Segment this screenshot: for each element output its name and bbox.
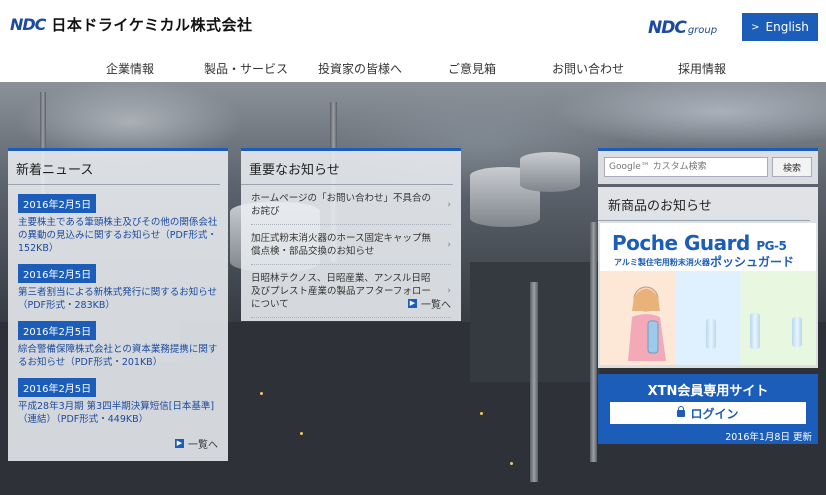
important-link[interactable]: 加圧式粉末消火器のホース固定キャップ無償点検・部品交換のお知らせ bbox=[251, 233, 431, 257]
poche-guard-banner[interactable]: Poche Guard PG-5 アルミ製住宅用粉末消火器 ポッシュガード bbox=[600, 223, 816, 365]
important-more-label: 一覧へ bbox=[421, 300, 451, 311]
important-notices-panel: 重要なお知らせ ホームページの「お問い合わせ」不具合のお詫び › 加圧式粉末消火… bbox=[241, 148, 461, 321]
news-item[interactable]: 2016年2月5日 綜合警備保障株式会社との資本業務提携に関するお知らせ（PDF… bbox=[18, 320, 220, 369]
banner-name: Poche Guard bbox=[612, 231, 750, 255]
important-item[interactable]: ホームページの「お問い合わせ」不具合のお詫び › bbox=[251, 185, 451, 225]
login-label: ログイン bbox=[690, 406, 739, 421]
woman-illustration-icon bbox=[628, 286, 666, 361]
search-input[interactable] bbox=[604, 157, 768, 177]
news-date-badge: 2016年2月5日 bbox=[18, 321, 97, 340]
extinguisher-icon bbox=[792, 317, 802, 347]
news-link[interactable]: 平成28年3月期 第3四半期決算短信[日本基準]（連結）（PDF形式・449KB… bbox=[18, 400, 220, 426]
company-logo[interactable]: NDC 日本ドライケミカル株式会社 bbox=[10, 14, 252, 35]
extinguisher-icon bbox=[750, 313, 760, 349]
xtn-member-panel: XTN会員専用サイト ログイン 2016年1月8日 更新 bbox=[598, 374, 818, 444]
banner-model: PG-5 bbox=[756, 239, 787, 253]
header: NDC 日本ドライケミカル株式会社 NDC group > English bbox=[0, 0, 826, 52]
english-button[interactable]: > English bbox=[742, 13, 818, 41]
group-logo-suffix: group bbox=[687, 25, 718, 36]
company-name: 日本ドライケミカル株式会社 bbox=[51, 16, 253, 34]
news-date-badge: 2016年2月5日 bbox=[18, 378, 97, 397]
main-nav: 企業情報 製品・サービス 投資家の皆様へ ご意見箱 お問い合わせ 採用情報 bbox=[0, 52, 826, 82]
important-link[interactable]: ホームページの「お問い合わせ」不具合のお詫び bbox=[251, 193, 431, 217]
news-date-badge: 2016年2月5日 bbox=[18, 264, 97, 283]
banner-subtitle: アルミ製住宅用粉末消火器 bbox=[614, 258, 710, 267]
news-link[interactable]: 主要株主である筆頭株主及びその他の関係会社の異動の見込みに関するお知らせ（PDF… bbox=[18, 216, 220, 255]
nav-item-recruit[interactable]: 採用情報 bbox=[678, 60, 726, 77]
lock-icon bbox=[677, 405, 686, 417]
news-panel: 新着ニュース 2016年2月5日 主要株主である筆頭株主及びその他の関係会社の異… bbox=[8, 148, 228, 461]
chevron-right-icon: › bbox=[447, 199, 451, 210]
arrow-right-icon: ▶ bbox=[408, 299, 417, 308]
new-products-panel: 新商品のお知らせ Poche Guard PG-5 アルミ製住宅用粉末消火器 ポ… bbox=[598, 187, 818, 368]
search-box: 検索 bbox=[598, 148, 818, 184]
ndc-group-logo[interactable]: NDC group bbox=[648, 18, 717, 38]
important-item[interactable]: 加圧式粉末消火器のホース固定キャップ無償点検・部品交換のお知らせ › bbox=[251, 225, 451, 265]
nav-item-investors[interactable]: 投資家の皆様へ bbox=[318, 60, 402, 77]
news-title: 新着ニュース bbox=[8, 151, 220, 185]
chevron-right-icon: > bbox=[751, 21, 760, 33]
important-title: 重要なお知らせ bbox=[241, 151, 453, 185]
login-button[interactable]: ログイン bbox=[610, 402, 806, 424]
news-more-link[interactable]: ▶ 一覧へ bbox=[175, 436, 218, 451]
products-title: 新商品のお知らせ bbox=[598, 187, 810, 221]
news-item[interactable]: 2016年2月5日 第三者割当による新株式発行に関するお知らせ（PDF形式・28… bbox=[18, 263, 220, 312]
news-date-badge: 2016年2月5日 bbox=[18, 194, 97, 213]
important-link[interactable]: 日昭林テクノス、日昭産業、アンスル日昭及びプレスト産業の製品アフターフォローにつ… bbox=[251, 273, 431, 310]
extinguisher-icon bbox=[706, 319, 716, 349]
news-item[interactable]: 2016年2月5日 主要株主である筆頭株主及びその他の関係会社の異動の見込みに関… bbox=[18, 193, 220, 255]
nav-item-feedback[interactable]: ご意見箱 bbox=[448, 60, 496, 77]
news-item[interactable]: 2016年2月5日 平成28年3月期 第3四半期決算短信[日本基準]（連結）（P… bbox=[18, 377, 220, 426]
nav-item-contact[interactable]: お問い合わせ bbox=[552, 60, 624, 77]
chevron-right-icon: › bbox=[447, 239, 451, 250]
banner-kana: ポッシュガード bbox=[710, 255, 795, 269]
important-more-link[interactable]: ▶ 一覧へ bbox=[408, 296, 451, 311]
xtn-updated-date: 2016年1月8日 更新 bbox=[725, 432, 812, 443]
nav-item-products[interactable]: 製品・サービス bbox=[204, 60, 288, 77]
banner-product-name: Poche Guard PG-5 bbox=[612, 231, 787, 255]
news-link[interactable]: 綜合警備保障株式会社との資本業務提携に関するお知らせ（PDF形式・201KB） bbox=[18, 343, 220, 369]
news-link[interactable]: 第三者割当による新株式発行に関するお知らせ（PDF形式・283KB） bbox=[18, 286, 220, 312]
search-button[interactable]: 検索 bbox=[772, 157, 812, 177]
arrow-right-icon: ▶ bbox=[175, 439, 184, 448]
xtn-title: XTN会員専用サイト bbox=[647, 384, 769, 399]
news-more-label: 一覧へ bbox=[188, 440, 218, 451]
ndc-logo-mark: NDC bbox=[10, 15, 46, 34]
english-label: English bbox=[765, 20, 809, 34]
nav-item-company[interactable]: 企業情報 bbox=[106, 60, 154, 77]
group-logo-mark: NDC bbox=[648, 18, 687, 38]
